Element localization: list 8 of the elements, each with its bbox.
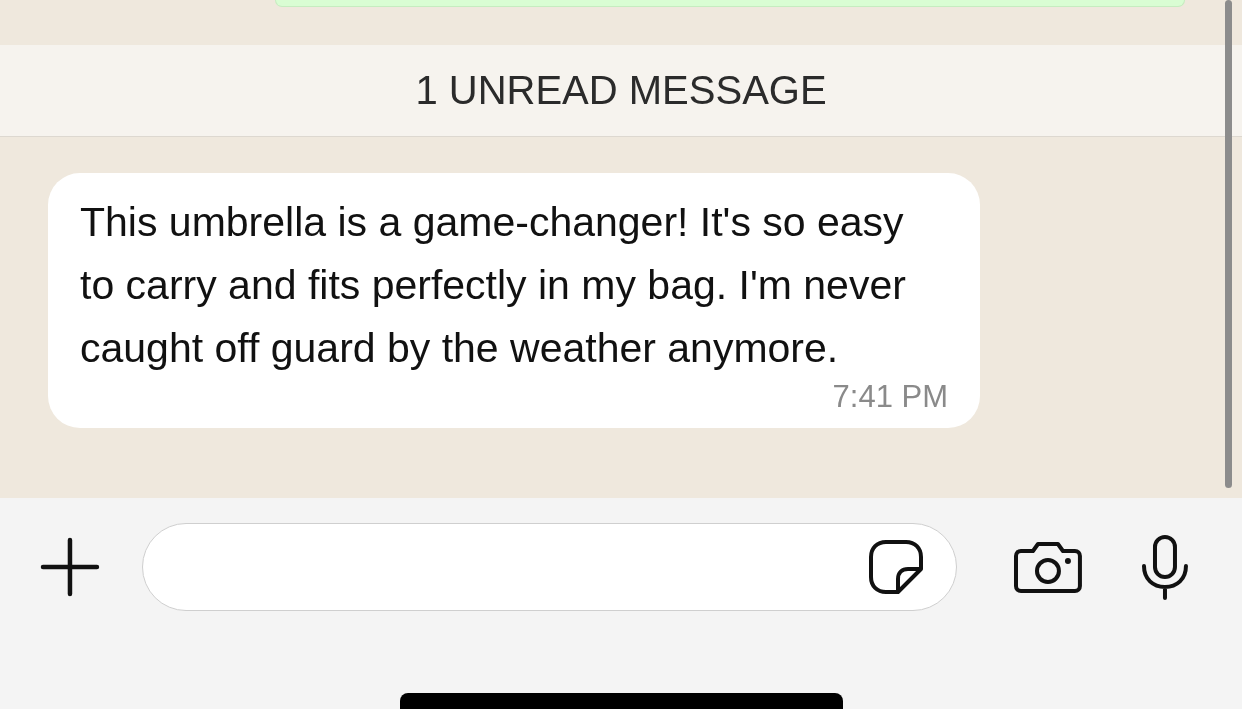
message-text: This umbrella is a game-changer! It's so easy to carry and fits perfectly in my bag. I'm never caught off guard by the weather anymore. xyxy=(80,198,907,373)
camera-icon[interactable] xyxy=(1013,541,1084,593)
plus-icon[interactable] xyxy=(40,537,100,597)
message-time: 7:41 PM xyxy=(832,380,948,414)
scroll-bar[interactable] xyxy=(1225,0,1232,488)
sticker-icon[interactable] xyxy=(868,539,925,595)
unread-label: 1 UNREAD MESSAGE xyxy=(415,68,827,113)
microphone-icon[interactable] xyxy=(1140,534,1190,600)
